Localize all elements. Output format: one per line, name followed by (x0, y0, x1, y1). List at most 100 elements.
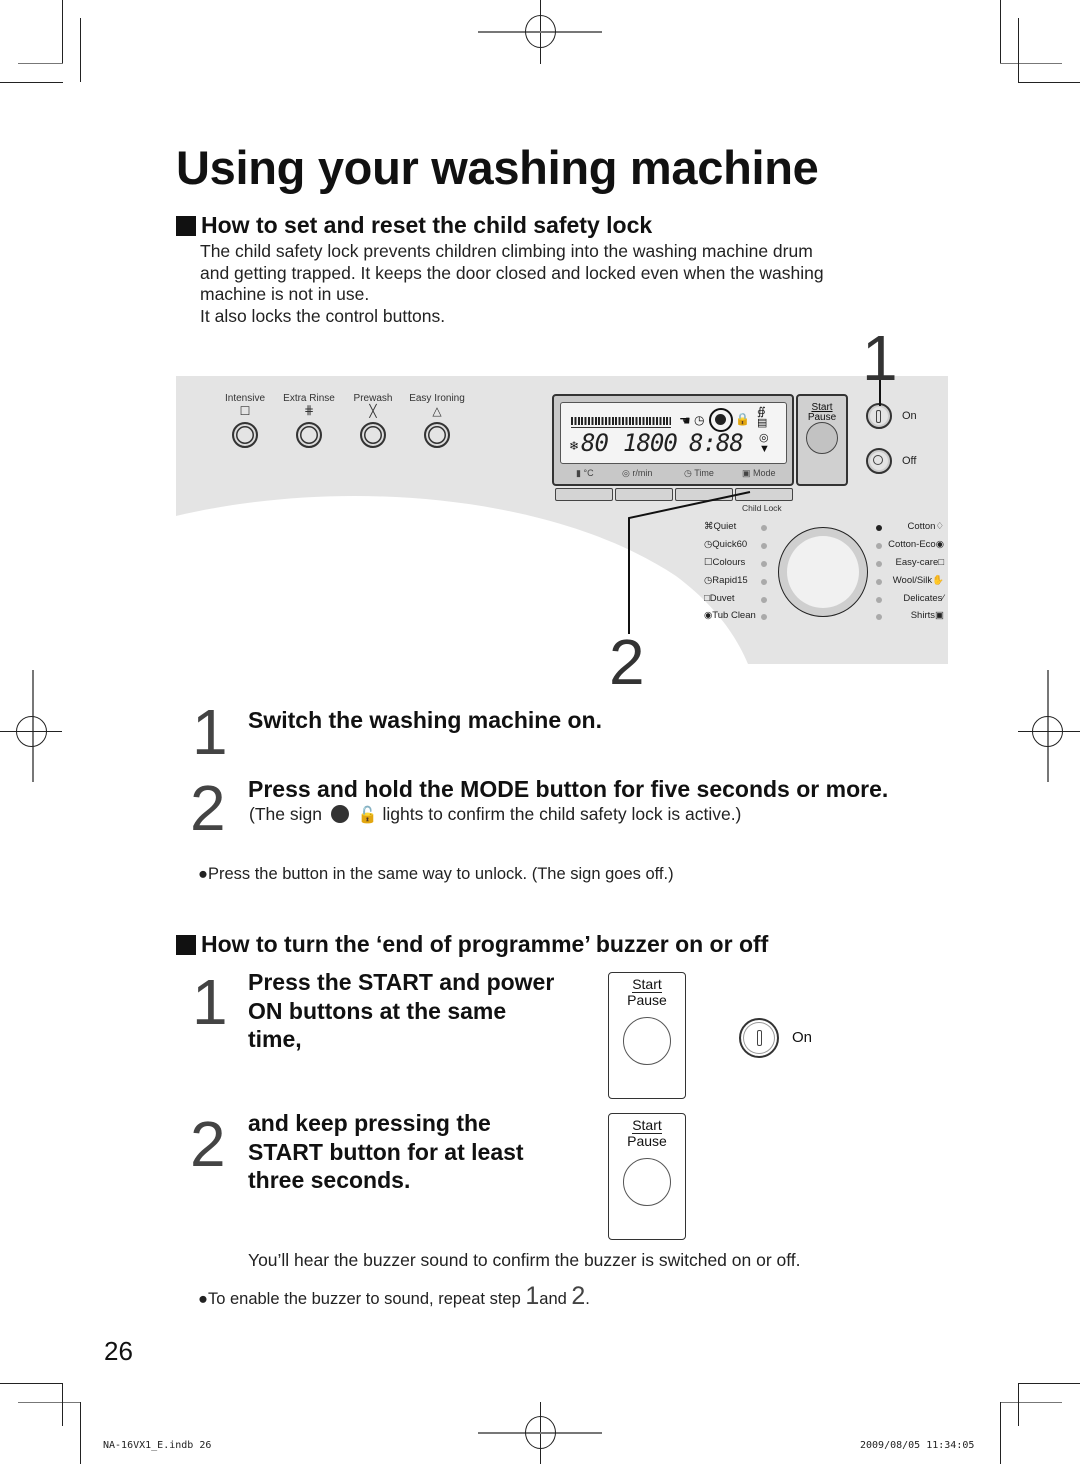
step-ref-2: 2 (571, 1282, 586, 1310)
extra-rinse-button[interactable] (296, 422, 322, 448)
programme-wool-silk[interactable]: Wool/Silk✋ (893, 575, 944, 586)
pause-label: Pause (627, 1133, 667, 1149)
section-bullet-square (176, 215, 196, 236)
buzzer-step-number-2: 2 (190, 1108, 226, 1180)
programme-easy-care[interactable]: Easy-care□ (895, 557, 944, 568)
section-heading-child-lock: How to set and reset the child safety lo… (176, 212, 652, 239)
eco-icon: ◉ (935, 539, 944, 550)
step-line: ON buttons at the same (248, 997, 507, 1024)
lcd-display: ☚ ◷ 🔒 ∯ ▤ ◎ ▼ ❄ 80 1800 8:88 ▮ °C ◎ r/min … (552, 394, 794, 486)
start-pause-button-illustration: Start Pause (608, 1113, 686, 1240)
note-text: (The sign (249, 804, 322, 824)
shirt-icon: ☚ (679, 413, 691, 428)
registration-mark-left (16, 716, 47, 747)
programme-shirts[interactable]: Shirts▣ (911, 610, 944, 621)
temperature-key[interactable] (555, 488, 613, 501)
step-ref-1: 1 (525, 1282, 540, 1310)
power-on-label: On (902, 410, 917, 422)
snowflake-icon: ❄ (569, 439, 580, 453)
rinse-plus-icon: ⋕ (303, 403, 315, 417)
feather-icon: ∕ (942, 593, 944, 604)
power-on-icon (757, 1030, 762, 1046)
power-off-label: Off (902, 455, 917, 467)
lcd-label-spin: ◎ r/min (622, 468, 652, 479)
shirt-icon: ☐ (704, 557, 713, 568)
programme-indicator (876, 597, 882, 603)
intensive-button[interactable] (232, 422, 258, 448)
programme-indicator (876, 579, 882, 585)
programme-cotton[interactable]: Cotton♢ (907, 521, 944, 532)
option-label-easy-ironing: Easy Ironing (409, 393, 465, 404)
programme-indicator (761, 543, 767, 549)
step-2-text: Press and hold the MODE button for five … (248, 776, 889, 802)
start-pause-circle (623, 1158, 671, 1206)
start-pause-button-panel[interactable]: Start Pause (796, 394, 848, 486)
lcd-spin-speed: 1800 (623, 429, 678, 457)
callout-number-2: 2 (609, 626, 645, 698)
programme-rapid15[interactable]: ◷Rapid15 (704, 575, 748, 586)
step-number-2: 2 (190, 772, 226, 844)
lcd-label-temperature: ▮ °C (576, 468, 594, 479)
easy-ironing-button[interactable] (424, 422, 450, 448)
registration-mark-top (525, 15, 556, 48)
page-number: 26 (104, 1336, 133, 1366)
child-face-icon (715, 414, 726, 425)
programme-duvet[interactable]: □Duvet (704, 593, 735, 604)
start-pause-circle (806, 422, 838, 454)
padlock-icon: 🔓 (357, 807, 378, 824)
programme-cotton-eco[interactable]: Cotton-Eco◉ (888, 539, 944, 550)
pause-label: Pause (627, 992, 667, 1008)
buzzer-step-number-1: 1 (192, 966, 228, 1038)
lcd-label-text: Time (694, 468, 714, 478)
child-lock-heading-text: How to set and reset the child safety lo… (201, 212, 653, 238)
hand-wash-icon: ✋ (932, 575, 944, 586)
quiet-icon: ⌘ (704, 521, 714, 532)
start-pause-button-illustration: Start Pause (608, 972, 686, 1099)
spin-drain-icon: ◎ ▼ (759, 432, 770, 455)
print-slug-date: 2009/08/05 11:34:05 (860, 1440, 975, 1451)
buzzer-repeat-note: ●To enable the buzzer to sound, repeat s… (198, 1282, 590, 1311)
lcd-screen: ☚ ◷ 🔒 ∯ ▤ ◎ ▼ ❄ 80 1800 8:88 (560, 402, 787, 464)
power-on-button-illustration (739, 1018, 779, 1058)
programme-tub-clean[interactable]: ◉Tub Clean (704, 610, 756, 621)
lcd-label-text: °C (583, 468, 594, 478)
child-face-icon (330, 805, 349, 823)
unlock-note: ●Press the button in the same way to unl… (198, 865, 674, 883)
programme-indicator (761, 561, 767, 567)
prewash-button[interactable] (360, 422, 386, 448)
programme-dial[interactable] (778, 527, 868, 617)
child-lock-intro: The child safety lock prevents children … (200, 241, 824, 327)
programme-quiet[interactable]: ⌘Quiet (704, 521, 736, 532)
programme-indicator (876, 561, 882, 567)
cotton-icon: ♢ (935, 521, 944, 532)
note-text: ●To enable the buzzer to sound, repeat s… (198, 1290, 526, 1308)
shirt-icon: ☐ (239, 404, 251, 418)
start-pause-circle (623, 1017, 671, 1065)
intro-line: and getting trapped. It keeps the door c… (200, 262, 824, 283)
note-text: and (539, 1290, 572, 1308)
intro-line: machine is not in use. (200, 284, 370, 304)
buzzer-step-2-text: and keep pressing the START button for a… (248, 1109, 524, 1195)
programme-indicator (761, 525, 767, 531)
power-on-button[interactable] (866, 403, 892, 429)
lcd-label-time: ◷ Time (684, 468, 714, 479)
step-number-1: 1 (192, 696, 228, 768)
power-off-button[interactable] (866, 448, 892, 474)
start-label: Start (632, 976, 662, 993)
programme-delicates[interactable]: Delicates∕ (903, 593, 944, 604)
callout-line-1 (879, 380, 881, 406)
shirt-icon: ▣ (935, 610, 944, 621)
programme-indicator (761, 597, 767, 603)
buzzer-step-1-text: Press the START and power ON buttons at … (248, 968, 554, 1054)
programme-colours[interactable]: ☐Colours (704, 557, 745, 568)
progress-bar-baseline (571, 427, 671, 428)
intro-line: The child safety lock prevents children … (200, 241, 813, 261)
mode-icon: ▣ (742, 468, 751, 478)
clock-icon: ◷ (694, 413, 705, 427)
power-on-icon (876, 410, 881, 423)
programme-quick60[interactable]: ◷Quick60 (704, 539, 747, 550)
clock-icon: ◷ (684, 468, 692, 478)
dial-knob (787, 536, 859, 608)
thermometer-icon: ▮ (576, 468, 581, 478)
option-label-prewash: Prewash (353, 393, 393, 404)
